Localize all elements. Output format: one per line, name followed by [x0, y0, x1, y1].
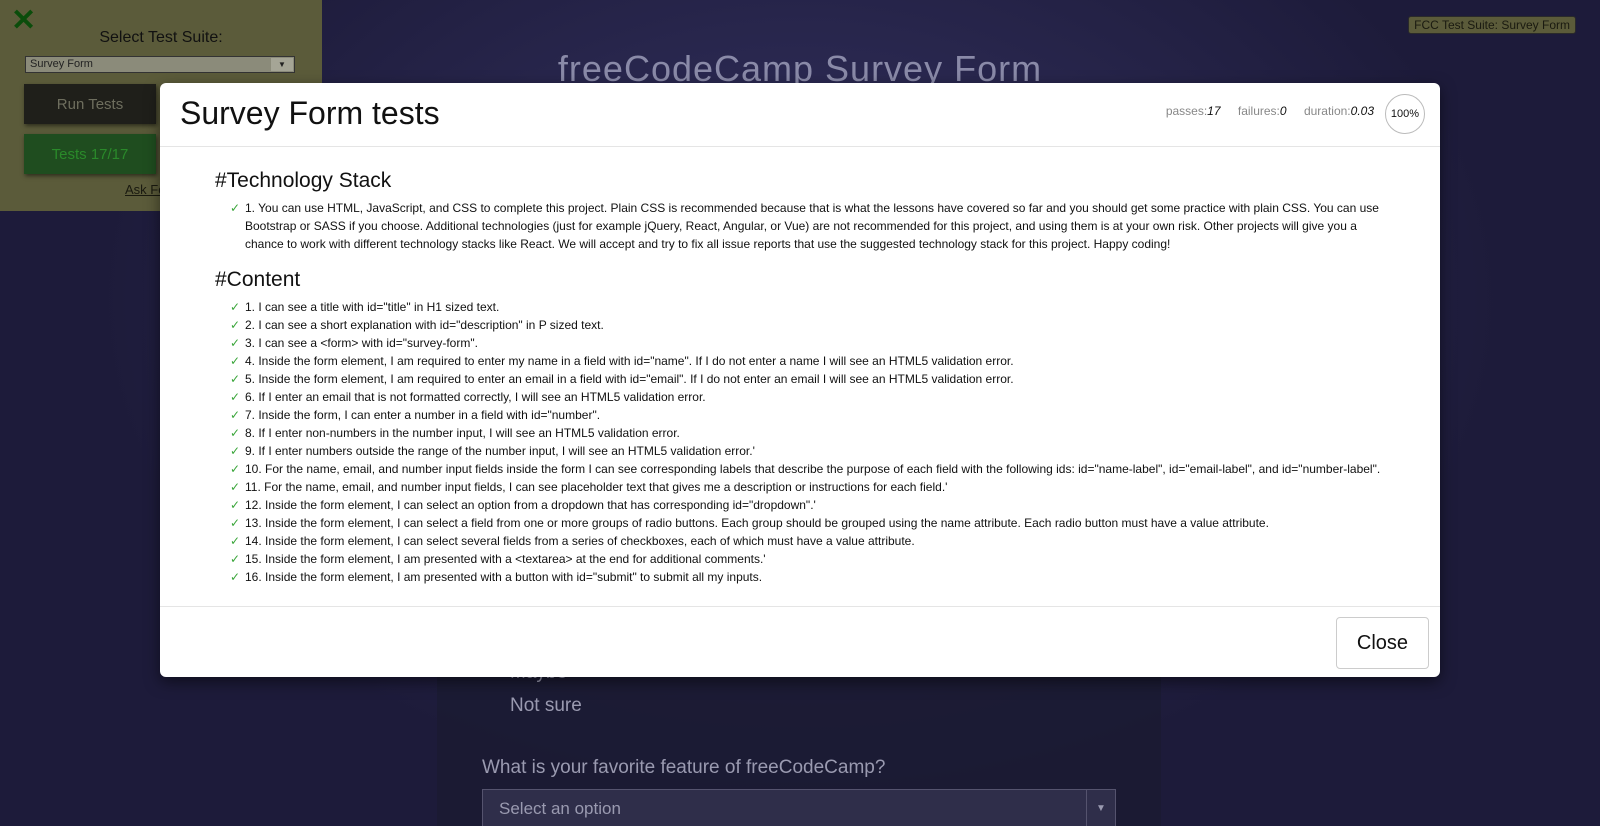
- test-text: 16. Inside the form element, I am presen…: [245, 570, 763, 584]
- test-list: ✓ 1. I can see a title with id="title" in…: [215, 298, 1395, 586]
- check-icon: ✓: [230, 372, 241, 386]
- test-item: ✓ 6. If I enter an email that is not form…: [230, 388, 1395, 406]
- test-results-modal: Survey Form tests passes:17 failures:0 d…: [160, 83, 1440, 677]
- section-title: #Technology Stack: [215, 169, 392, 192]
- test-item: ✓ 14. Inside the form element, I can sele…: [230, 532, 1395, 550]
- check-icon: ✓: [230, 462, 241, 476]
- check-icon: ✓: [230, 318, 241, 332]
- check-icon: ✓: [230, 426, 241, 440]
- test-item: ✓ 13. Inside the form element, I can sele…: [230, 514, 1395, 532]
- check-icon: ✓: [230, 390, 241, 404]
- test-item: ✓ 2. I can see a short explanation with i…: [230, 316, 1395, 334]
- modal-body: #Technology Stack ✓ 1. You can use HTML, …: [160, 147, 1440, 609]
- test-item: ✓ 15. Inside the form element, I am prese…: [230, 550, 1395, 568]
- failures-value: 0: [1279, 104, 1287, 118]
- test-text: 9. If I enter numbers outside the range …: [245, 444, 755, 458]
- test-item: ✓ 3. I can see a <form> with id="survey-f…: [230, 334, 1395, 352]
- test-list: ✓ 1. You can use HTML, JavaScript, and CS…: [215, 199, 1395, 253]
- progress-circle: 100%: [1385, 94, 1425, 134]
- test-text: 14. Inside the form element, I can selec…: [245, 534, 915, 548]
- passes-value: 17: [1207, 104, 1221, 118]
- duration-label: duration:: [1303, 104, 1351, 118]
- test-text: 15. Inside the form element, I am presen…: [245, 552, 766, 566]
- check-icon: ✓: [230, 552, 241, 566]
- test-text: 5. Inside the form element, I am require…: [245, 372, 1014, 386]
- check-icon: ✓: [230, 300, 241, 314]
- check-icon: ✓: [230, 498, 241, 512]
- test-text: 12. Inside the form element, I can selec…: [245, 498, 816, 512]
- test-section-technology-stack: #Technology Stack ✓ 1. You can use HTML, …: [215, 169, 1395, 253]
- test-item: ✓ 16. Inside the form element, I am prese…: [230, 568, 1395, 586]
- test-item: ✓ 1. I can see a title with id="title" in…: [230, 298, 1395, 316]
- check-icon: ✓: [230, 480, 241, 494]
- test-text: 4. Inside the form element, I am require…: [245, 354, 1014, 368]
- check-icon: ✓: [230, 444, 241, 458]
- test-item: ✓ 10. For the name, email, and number inp…: [230, 460, 1395, 478]
- test-item: ✓ 8. If I enter non-numbers in the number…: [230, 424, 1395, 442]
- modal-title: Survey Form tests: [180, 95, 440, 131]
- check-icon: ✓: [230, 354, 241, 368]
- check-icon: ✓: [230, 534, 241, 548]
- test-text: 11. For the name, email, and number inpu…: [245, 480, 948, 494]
- check-icon: ✓: [230, 408, 241, 422]
- modal-header: Survey Form tests passes:17 failures:0 d…: [160, 83, 1440, 147]
- duration-value: 0.03: [1350, 104, 1374, 118]
- check-icon: ✓: [230, 336, 241, 350]
- test-stats: passes:17 failures:0 duration:0.03: [1166, 104, 1374, 118]
- close-button[interactable]: Close: [1336, 617, 1429, 669]
- test-item: ✓ 12. Inside the form element, I can sele…: [230, 496, 1395, 514]
- test-text: 13. Inside the form element, I can selec…: [245, 516, 1269, 530]
- test-text: 6. If I enter an email that is not forma…: [245, 390, 706, 404]
- section-title: #Content: [215, 268, 301, 291]
- passes-label: passes:: [1165, 104, 1208, 118]
- check-icon: ✓: [230, 516, 241, 530]
- test-text: 7. Inside the form, I can enter a number…: [245, 408, 601, 422]
- test-text: 1. I can see a title with id="title" in …: [245, 300, 500, 314]
- test-item: ✓ 11. For the name, email, and number inp…: [230, 478, 1395, 496]
- test-text: 3. I can see a <form> with id="survey-fo…: [245, 336, 478, 350]
- test-text: 1. You can use HTML, JavaScript, and CSS…: [245, 201, 1379, 251]
- test-item: ✓ 1. You can use HTML, JavaScript, and CS…: [230, 199, 1395, 253]
- test-text: 10. For the name, email, and number inpu…: [245, 462, 1381, 476]
- test-item: ✓ 5. Inside the form element, I am requir…: [230, 370, 1395, 388]
- test-section-content: #Content ✓ 1. I can see a title with id="…: [215, 268, 1395, 586]
- check-icon: ✓: [230, 570, 241, 584]
- failures-label: failures:: [1237, 104, 1280, 118]
- test-text: 8. If I enter non-numbers in the number …: [245, 426, 680, 440]
- test-item: ✓ 4. Inside the form element, I am requir…: [230, 352, 1395, 370]
- modal-footer: Close: [160, 606, 1440, 677]
- check-icon: ✓: [230, 201, 241, 215]
- test-text: 2. I can see a short explanation with id…: [245, 318, 604, 332]
- test-item: ✓ 9. If I enter numbers outside the range…: [230, 442, 1395, 460]
- test-item: ✓ 7. Inside the form, I can enter a numbe…: [230, 406, 1395, 424]
